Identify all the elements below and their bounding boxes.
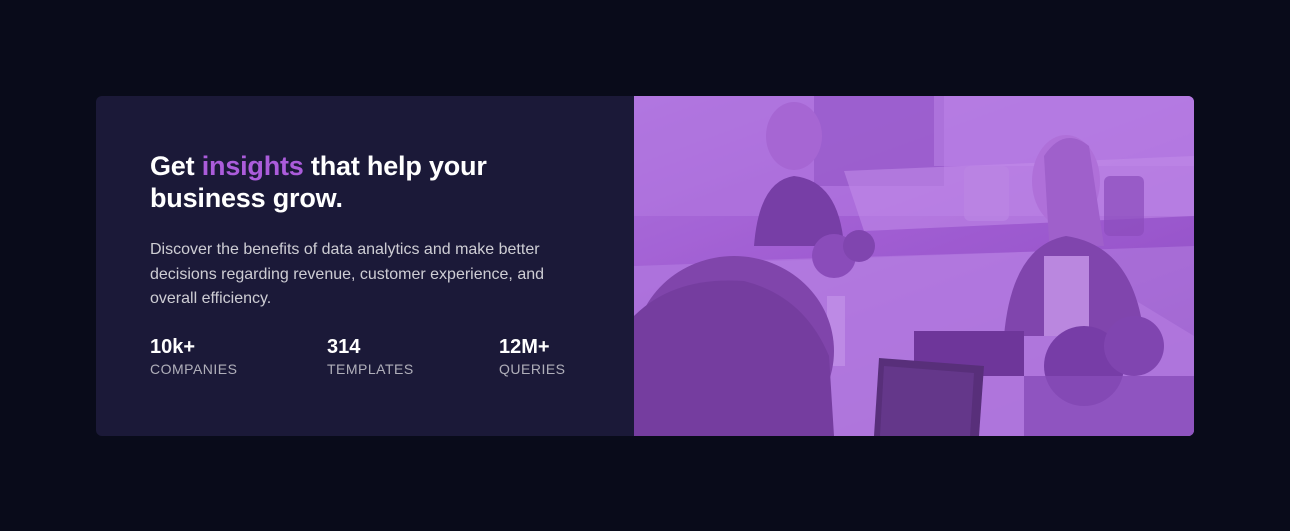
stat-label: Queries (499, 361, 566, 377)
stats-preview-card: Get insights that help your business gro… (96, 96, 1194, 436)
stat-label: Companies (150, 361, 238, 377)
description: Discover the benefits of data analytics … (150, 241, 545, 307)
stat-companies: 10k+ Companies (150, 335, 237, 377)
headline: Get insights that help your business gro… (150, 150, 570, 214)
stat-queries: 12M+ Queries (499, 335, 566, 377)
stat-templates: 314 Templates (327, 335, 414, 377)
stat-value: 12M+ (499, 336, 550, 358)
stat-label: Templates (327, 361, 414, 377)
headline-accent: insights (201, 151, 304, 181)
stat-value: 10k+ (150, 336, 196, 358)
header-image (634, 96, 1194, 436)
headline-start: Get (150, 151, 202, 181)
card-content: Get insights that help your business gro… (96, 96, 634, 436)
office-photo-illustration (634, 96, 1194, 436)
stat-value: 314 (327, 336, 361, 358)
